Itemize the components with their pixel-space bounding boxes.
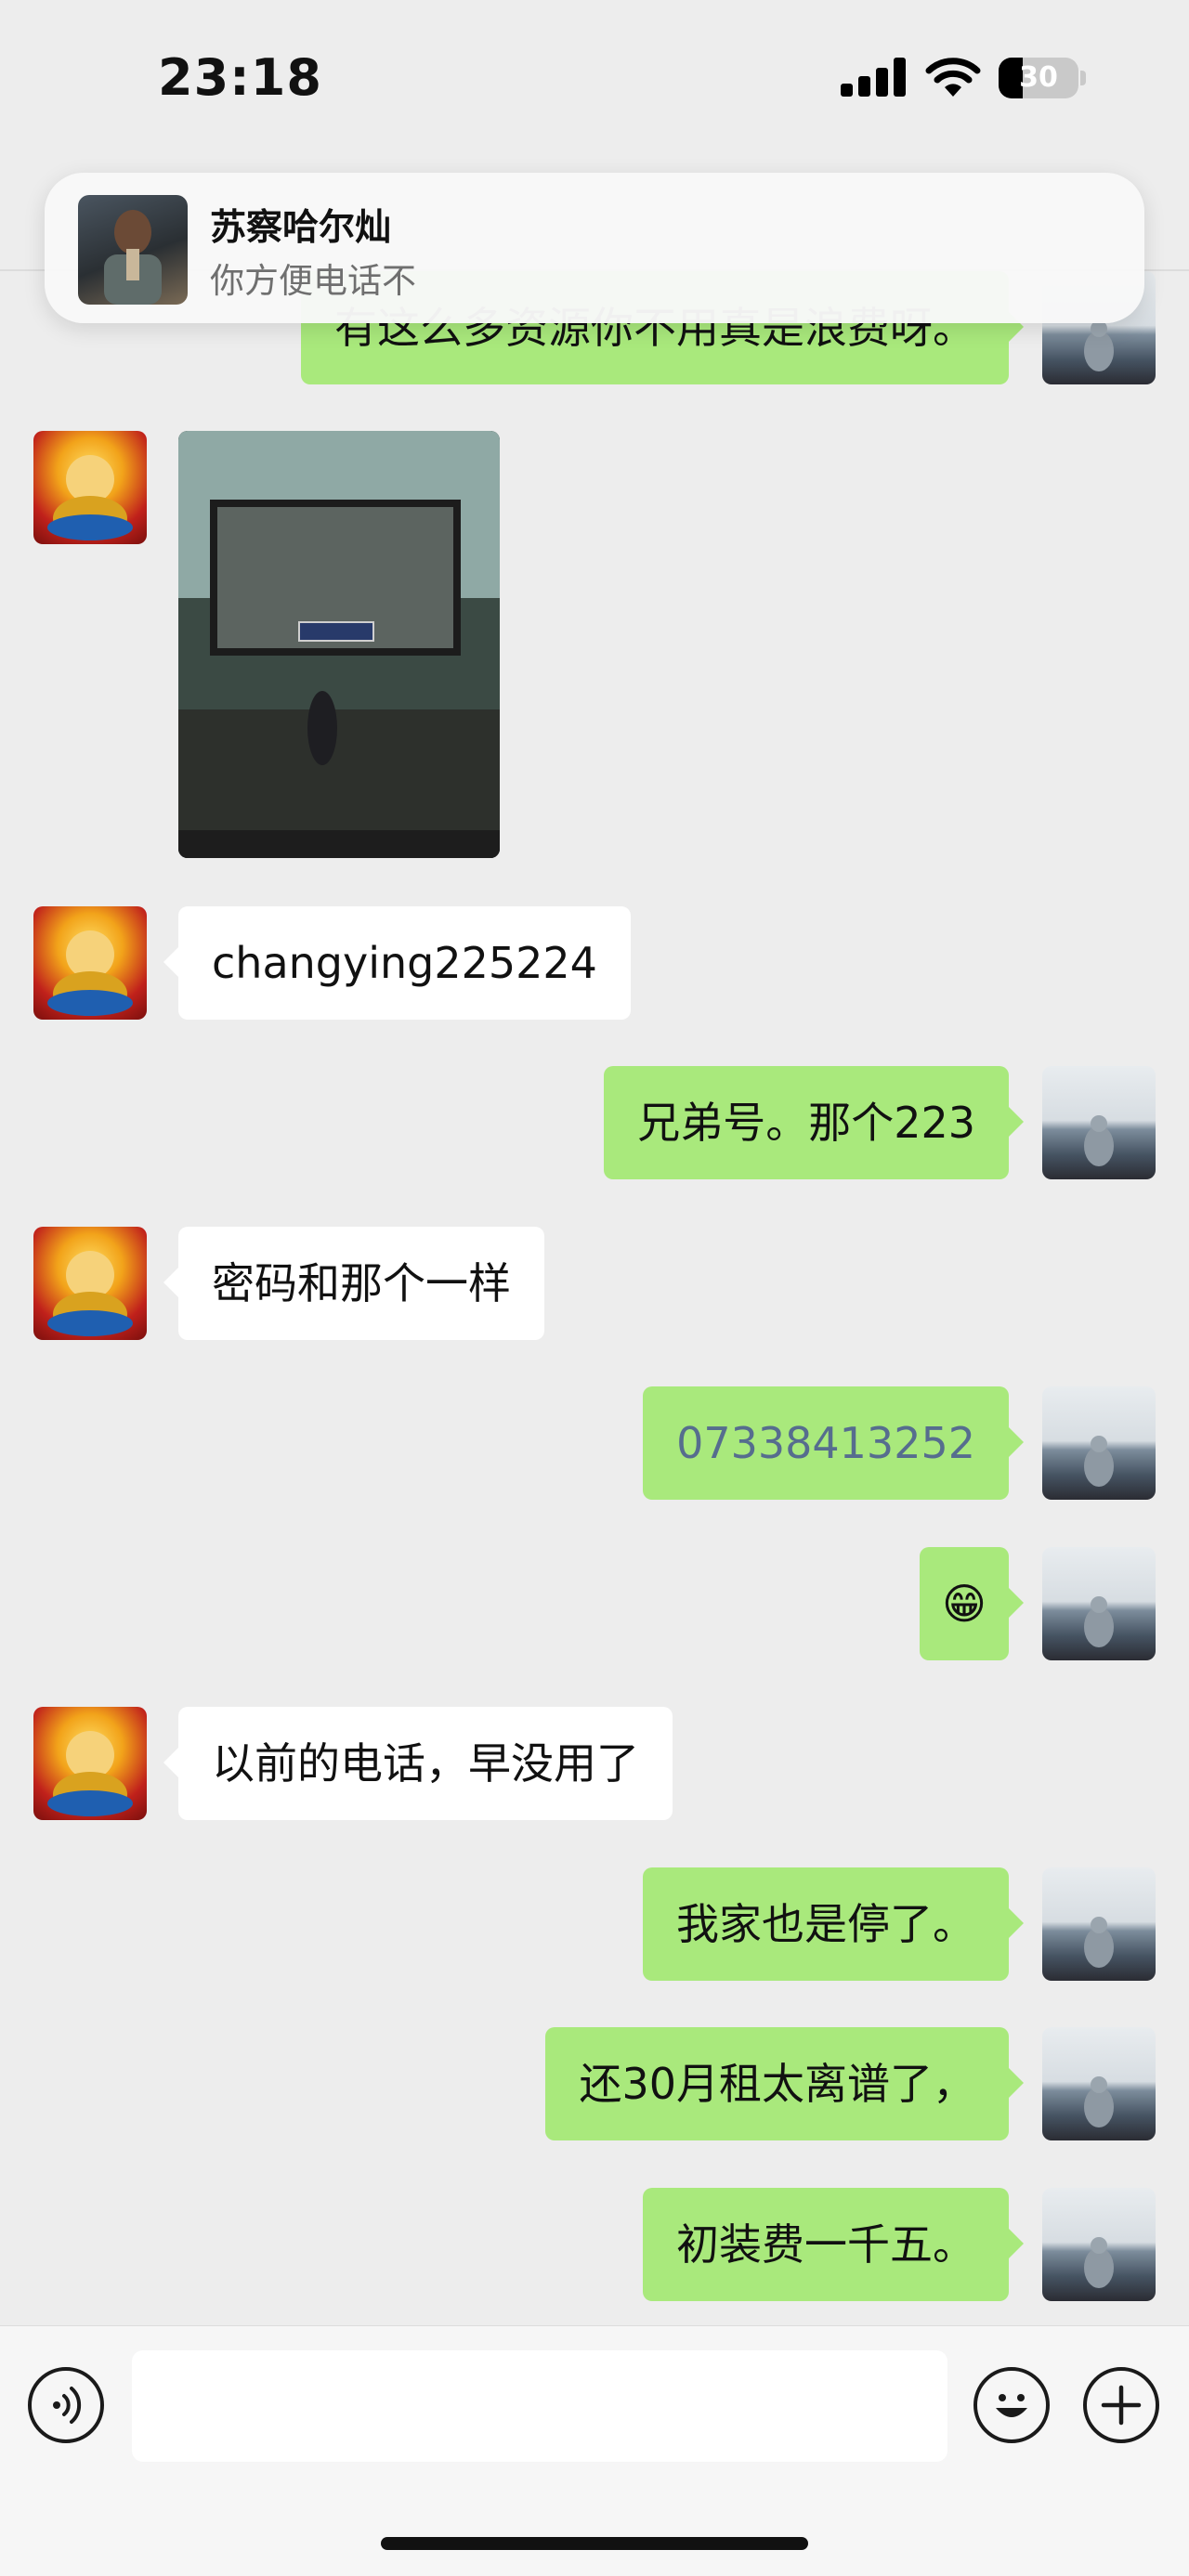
message-bubble-received[interactable]: changying225224 bbox=[163, 906, 631, 1020]
my-avatar[interactable] bbox=[1042, 1066, 1156, 1179]
my-avatar[interactable] bbox=[1042, 1547, 1156, 1660]
notification-banner[interactable]: 苏察哈尔灿 你方便电话不 bbox=[45, 173, 1144, 323]
image-message[interactable] bbox=[178, 431, 500, 858]
message-bubble-received[interactable]: 密码和那个一样 bbox=[163, 1227, 544, 1340]
emoji-icon bbox=[996, 2394, 1027, 2417]
home-indicator[interactable] bbox=[381, 2537, 808, 2550]
status-bar: 23:18 30 bbox=[0, 0, 1189, 158]
my-avatar[interactable] bbox=[1042, 2027, 1156, 2140]
notification-sender: 苏察哈尔灿 bbox=[210, 207, 392, 249]
message-text: 我家也是停了。 bbox=[676, 1899, 975, 1949]
message-text: 密码和那个一样 bbox=[212, 1258, 511, 1308]
notification-avatar bbox=[78, 195, 188, 305]
my-avatar[interactable] bbox=[1042, 2188, 1156, 2301]
message-bubble-sent[interactable]: 07338413252 bbox=[643, 1386, 1024, 1500]
message-input[interactable] bbox=[132, 2350, 947, 2462]
emoji-button[interactable] bbox=[973, 2367, 1050, 2443]
my-avatar[interactable] bbox=[1042, 1386, 1156, 1500]
message-text: changying225224 bbox=[212, 938, 597, 988]
message-text: 兄弟号。那个223 bbox=[637, 1098, 975, 1148]
battery-icon: 30 bbox=[999, 58, 1078, 98]
more-button[interactable] bbox=[1083, 2367, 1159, 2443]
message-text: 以前的电话，早没用了 bbox=[212, 1738, 639, 1789]
message-bubble-sent[interactable]: 初装费一千五。 bbox=[643, 2188, 1024, 2301]
contact-avatar[interactable] bbox=[33, 906, 147, 1020]
message-text: 还30月租太离谱了， bbox=[579, 2059, 975, 2109]
my-avatar[interactable] bbox=[1042, 1867, 1156, 1981]
message-bubble-sent[interactable]: 兄弟号。那个223 bbox=[604, 1066, 1024, 1179]
phone-number-link[interactable]: 07338413252 bbox=[676, 1418, 975, 1468]
message-bubble-sent[interactable]: 还30月租太离谱了， bbox=[545, 2027, 1024, 2140]
message-bubble-sent[interactable]: 我家也是停了。 bbox=[643, 1867, 1024, 1981]
plus-icon bbox=[1101, 2385, 1142, 2426]
battery-tip bbox=[1080, 71, 1086, 85]
message-bubble-received[interactable]: 以前的电话，早没用了 bbox=[163, 1707, 673, 1820]
voice-input-button[interactable] bbox=[28, 2367, 104, 2443]
battery-percentage: 30 bbox=[1019, 61, 1058, 94]
notification-message: 你方便电话不 bbox=[210, 261, 416, 301]
contact-avatar[interactable] bbox=[33, 1707, 147, 1820]
wifi-icon bbox=[924, 54, 982, 98]
voice-icon bbox=[53, 2387, 82, 2424]
message-text: 初装费一千五。 bbox=[676, 2219, 975, 2270]
contact-avatar[interactable] bbox=[33, 1227, 147, 1340]
contact-avatar[interactable] bbox=[33, 431, 147, 544]
grinning-emoji-icon: 😁 bbox=[942, 1579, 986, 1629]
cellular-signal-icon bbox=[841, 58, 908, 97]
status-time: 23:18 bbox=[158, 48, 322, 107]
message-bubble-sent[interactable]: 😁 bbox=[920, 1547, 1024, 1660]
